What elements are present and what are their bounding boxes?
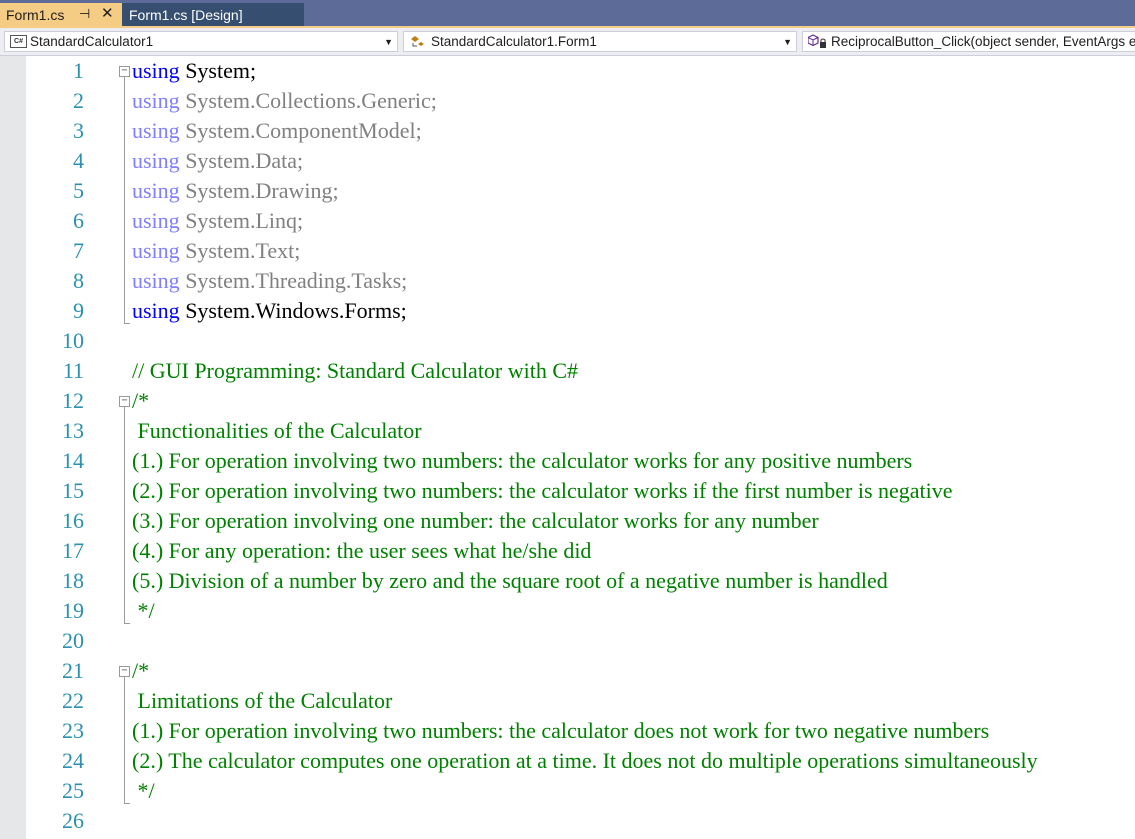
code-text: System; (179, 58, 257, 83)
code-text: System.Data; (179, 148, 304, 173)
code-text: System.Windows.Forms; (179, 298, 407, 323)
comment-line: /* (132, 658, 150, 683)
outline-guide (124, 677, 125, 803)
outline-guide-end (124, 623, 130, 624)
comment-line: (2.) For operation involving two numbers… (132, 478, 953, 503)
line-number: 7 (73, 238, 84, 263)
outline-guide (124, 77, 125, 323)
outline-guide-end (124, 803, 130, 804)
line-number: 2 (73, 88, 84, 113)
outline-guide (124, 407, 125, 623)
project-dropdown[interactable]: C# StandardCalculator1 ▼ (4, 31, 398, 52)
indicator-margin (0, 56, 26, 839)
comment-line: Functionalities of the Calculator (132, 418, 422, 443)
comment-line: */ (132, 598, 155, 623)
method-icon (808, 34, 828, 49)
code-line: using System; (132, 56, 256, 86)
outline-guide-end (124, 323, 130, 324)
comment-line: (4.) For any operation: the user sees wh… (132, 538, 592, 563)
line-number: 13 (62, 418, 84, 443)
code-line: using System.Data; (132, 146, 303, 176)
tab-form1-cs[interactable]: Form1.cs ⊣ ✕ (0, 3, 122, 26)
keyword: using (132, 208, 180, 233)
tab-label: Form1.cs (6, 6, 65, 23)
collapse-icon[interactable]: − (119, 666, 130, 677)
line-number: 12 (62, 388, 84, 413)
class-dropdown-label: StandardCalculator1.Form1 (431, 34, 597, 49)
code-line: using System.Threading.Tasks; (132, 266, 407, 296)
comment-line: Limitations of the Calculator (132, 688, 393, 713)
member-dropdown[interactable]: ReciprocalButton_Click(object sender, Ev… (802, 31, 1135, 52)
keyword: using (132, 148, 180, 173)
line-number: 15 (62, 478, 84, 503)
code-line: using System.Windows.Forms; (132, 296, 407, 326)
comment-line: (1.) For operation involving two numbers… (132, 718, 990, 743)
line-number: 19 (62, 598, 84, 623)
comment-line: (1.) For operation involving two numbers… (132, 448, 913, 473)
code-text: System.ComponentModel; (179, 118, 422, 143)
code-text: System.Threading.Tasks; (179, 268, 408, 293)
comment-line: (3.) For operation involving one number:… (132, 508, 819, 533)
line-number: 21 (62, 658, 84, 683)
tab-form1-design[interactable]: Form1.cs [Design] (122, 3, 304, 26)
line-number: 3 (73, 118, 84, 143)
code-line: using System.Collections.Generic; (132, 86, 437, 116)
comment-line: /* (132, 388, 150, 413)
line-number: 22 (62, 688, 84, 713)
code-line: using System.Linq; (132, 206, 303, 236)
member-dropdown-label: ReciprocalButton_Click(object sender, Ev… (831, 34, 1135, 49)
line-number: 9 (73, 298, 84, 323)
csharp-file-icon: C# (10, 35, 27, 48)
code-line: using System.Text; (132, 236, 300, 266)
code-text: System.Linq; (179, 208, 304, 233)
keyword: using (132, 298, 180, 323)
line-number: 20 (62, 628, 84, 653)
code-text: System.Drawing; (179, 178, 339, 203)
code-editor[interactable]: 1 2 3 4 5 6 7 8 9 10 11 12 13 14 15 16 1… (0, 56, 1135, 839)
code-text: System.Collections.Generic; (179, 88, 437, 113)
line-number: 4 (73, 148, 84, 173)
tab-label: Form1.cs [Design] (129, 6, 243, 23)
keyword: using (132, 118, 180, 143)
line-number: 1 (73, 58, 84, 83)
line-number: 6 (73, 208, 84, 233)
document-tab-bar: Form1.cs ⊣ ✕ Form1.cs [Design] (0, 0, 1135, 28)
keyword: using (132, 238, 180, 263)
line-number: 10 (62, 328, 84, 353)
pin-icon[interactable]: ⊣ (79, 6, 90, 22)
close-icon[interactable]: ✕ (101, 4, 114, 22)
line-number: 26 (62, 808, 84, 833)
line-number: 8 (73, 268, 84, 293)
keyword: using (132, 88, 180, 113)
line-number: 5 (73, 178, 84, 203)
line-number: 25 (62, 778, 84, 803)
collapse-icon[interactable]: − (119, 396, 130, 407)
code-text: System.Text; (179, 238, 301, 263)
line-number: 23 (62, 718, 84, 743)
line-number: 24 (62, 748, 84, 773)
line-number: 17 (62, 538, 84, 563)
keyword: using (132, 58, 180, 83)
line-number: 11 (62, 358, 84, 383)
comment-line: */ (132, 778, 155, 803)
project-dropdown-label: StandardCalculator1 (30, 34, 154, 49)
keyword: using (132, 268, 180, 293)
collapse-icon[interactable]: − (119, 66, 130, 77)
line-number: 16 (62, 508, 84, 533)
comment-line: // GUI Programming: Standard Calculator … (132, 358, 579, 383)
keyword: using (132, 178, 180, 203)
line-number: 18 (62, 568, 84, 593)
class-dropdown[interactable]: StandardCalculator1.Form1 ▼ (403, 31, 797, 52)
navigation-bar: C# StandardCalculator1 ▼ StandardCalcula… (0, 28, 1135, 56)
chevron-down-icon: ▼ (384, 37, 393, 47)
code-line: using System.Drawing; (132, 176, 339, 206)
code-line: using System.ComponentModel; (132, 116, 422, 146)
class-icon (409, 35, 427, 49)
comment-line: (5.) Division of a number by zero and th… (132, 568, 888, 593)
chevron-down-icon: ▼ (783, 37, 792, 47)
comment-line: (2.) The calculator computes one operati… (132, 748, 1038, 773)
line-number: 14 (62, 448, 84, 473)
